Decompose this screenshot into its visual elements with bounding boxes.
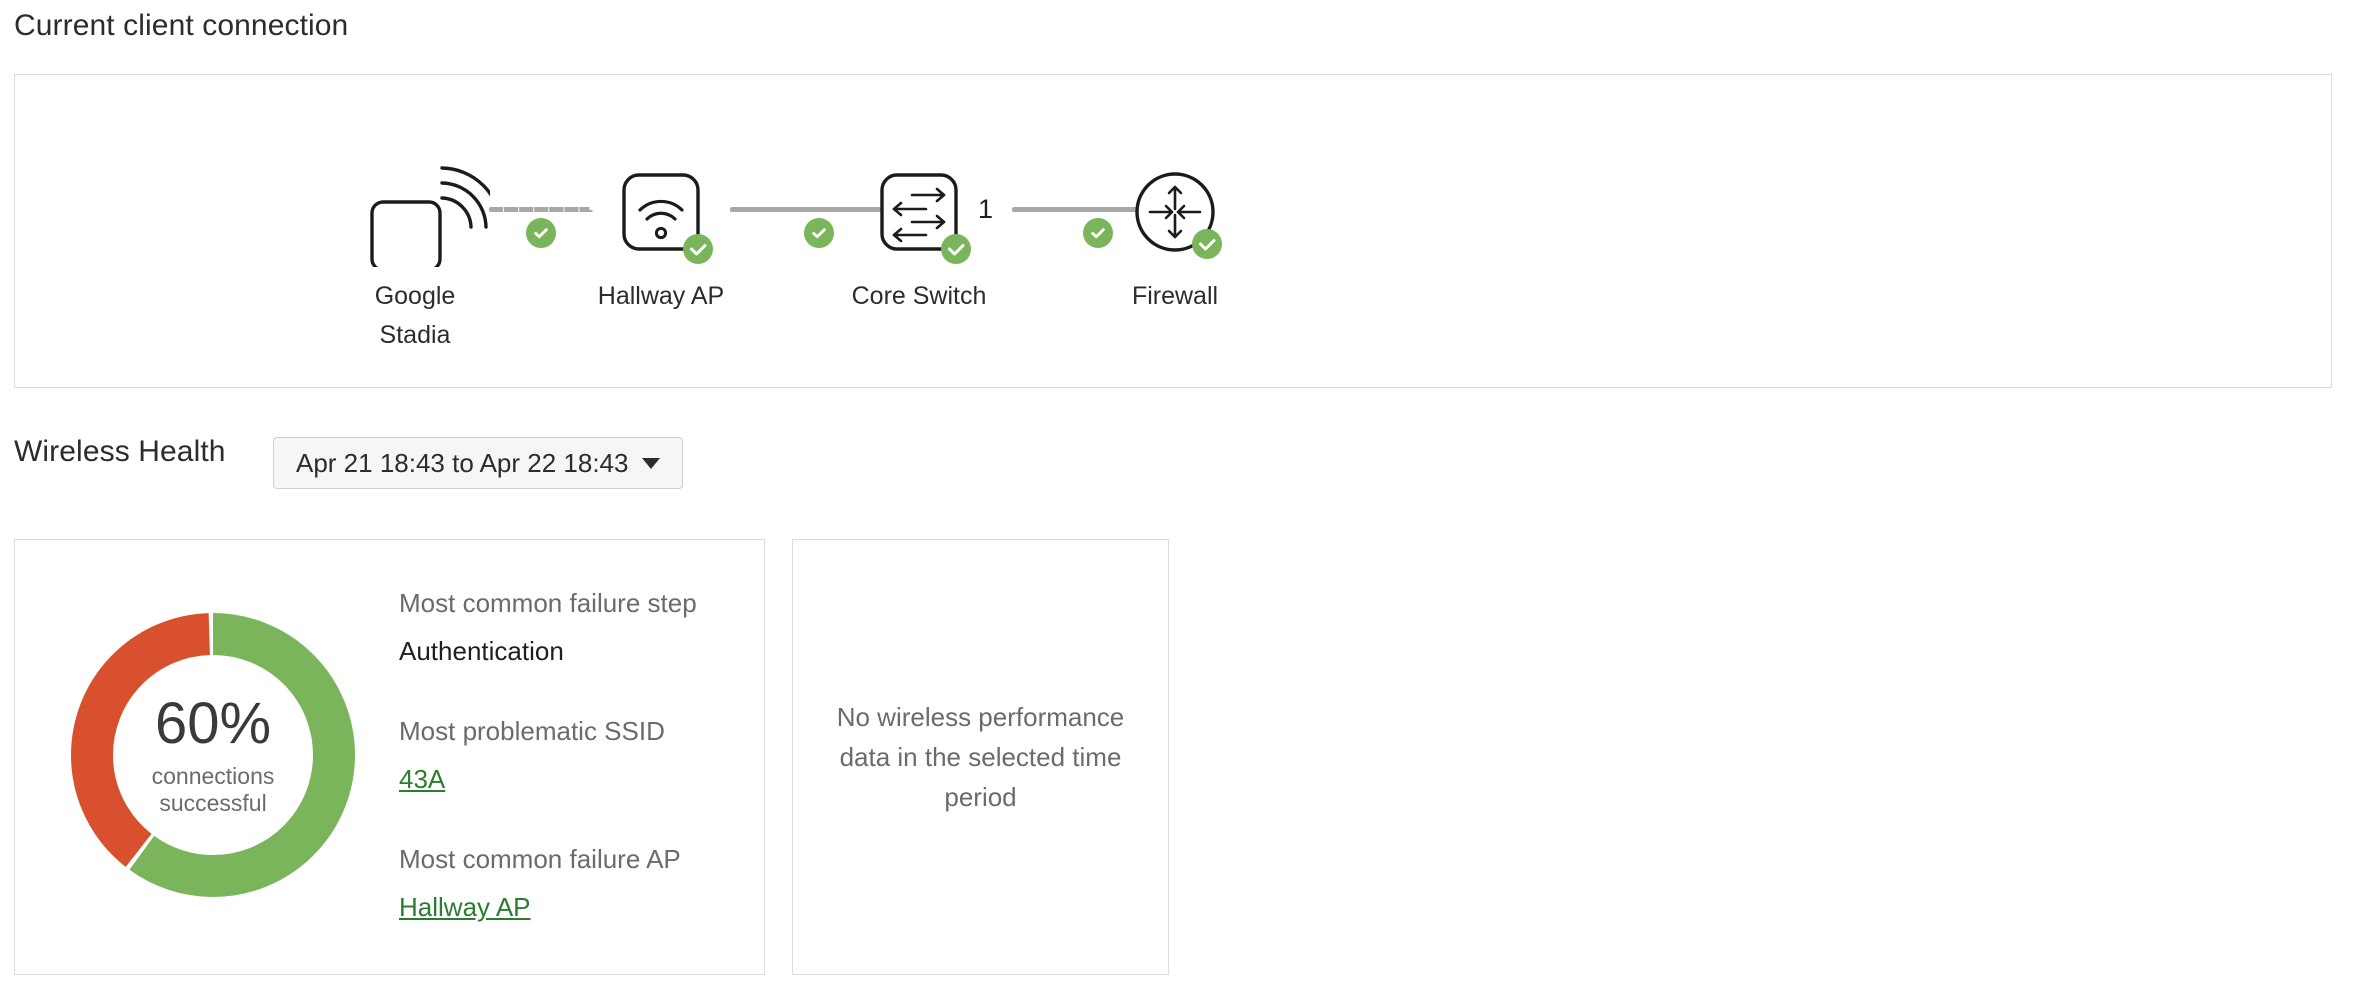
topology-node-label: Hallway AP — [541, 277, 781, 316]
topology-node-label: Core Switch — [799, 277, 1039, 316]
donut-percent-label: 60% — [155, 693, 271, 755]
topology-node-firewall[interactable]: Firewall — [1055, 157, 1295, 316]
wireless-health-stats: Most common failure step Authentication … — [399, 584, 739, 924]
current-client-connection-title: Current client connection — [14, 9, 348, 43]
connection-topology-card: GoogleStadia — [14, 74, 2332, 388]
topology-node-label: Firewall — [1055, 277, 1295, 316]
wireless-health-title: Wireless Health — [14, 435, 226, 469]
stat-value: Authentication — [399, 634, 739, 668]
topology-node-ap[interactable]: Hallway AP — [541, 157, 781, 316]
donut-caption: connectionssuccessful — [152, 763, 275, 817]
topology-node-client[interactable]: GoogleStadia — [295, 157, 535, 355]
connection-success-donut-chart: 60% connectionssuccessful — [62, 604, 364, 906]
stat-most-common-failure-ap: Most common failure AP Hallway AP — [399, 840, 739, 924]
performance-empty-message: No wireless performance data in the sele… — [793, 540, 1168, 974]
wireless-performance-card: No wireless performance data in the sele… — [792, 539, 1169, 975]
chevron-down-icon — [642, 458, 660, 469]
ssid-link[interactable]: 43A — [399, 762, 445, 796]
topology-node-label: GoogleStadia — [295, 277, 535, 355]
connection-topology: GoogleStadia — [15, 75, 2331, 387]
stat-label: Most common failure AP — [399, 840, 739, 878]
donut-center-label-group: 60% connectionssuccessful — [62, 604, 364, 906]
wireless-health-summary-card: 60% connectionssuccessful Most common fa… — [14, 539, 765, 975]
time-range-picker[interactable]: Apr 21 18:43 to Apr 22 18:43 — [273, 437, 683, 489]
firewall-router-icon — [1055, 157, 1295, 267]
ap-link[interactable]: Hallway AP — [399, 890, 531, 924]
stat-most-common-failure-step: Most common failure step Authentication — [399, 584, 739, 668]
stat-most-problematic-ssid: Most problematic SSID 43A — [399, 712, 739, 796]
stat-label: Most common failure step — [399, 584, 739, 622]
time-range-label: Apr 21 18:43 to Apr 22 18:43 — [296, 448, 628, 479]
wireless-health-page: Current client connection GoogleStadia — [0, 0, 2356, 988]
link-count-label: 1 — [978, 194, 993, 224]
stat-label: Most problematic SSID — [399, 712, 739, 750]
topology-node-switch[interactable]: Core Switch — [799, 157, 1039, 316]
